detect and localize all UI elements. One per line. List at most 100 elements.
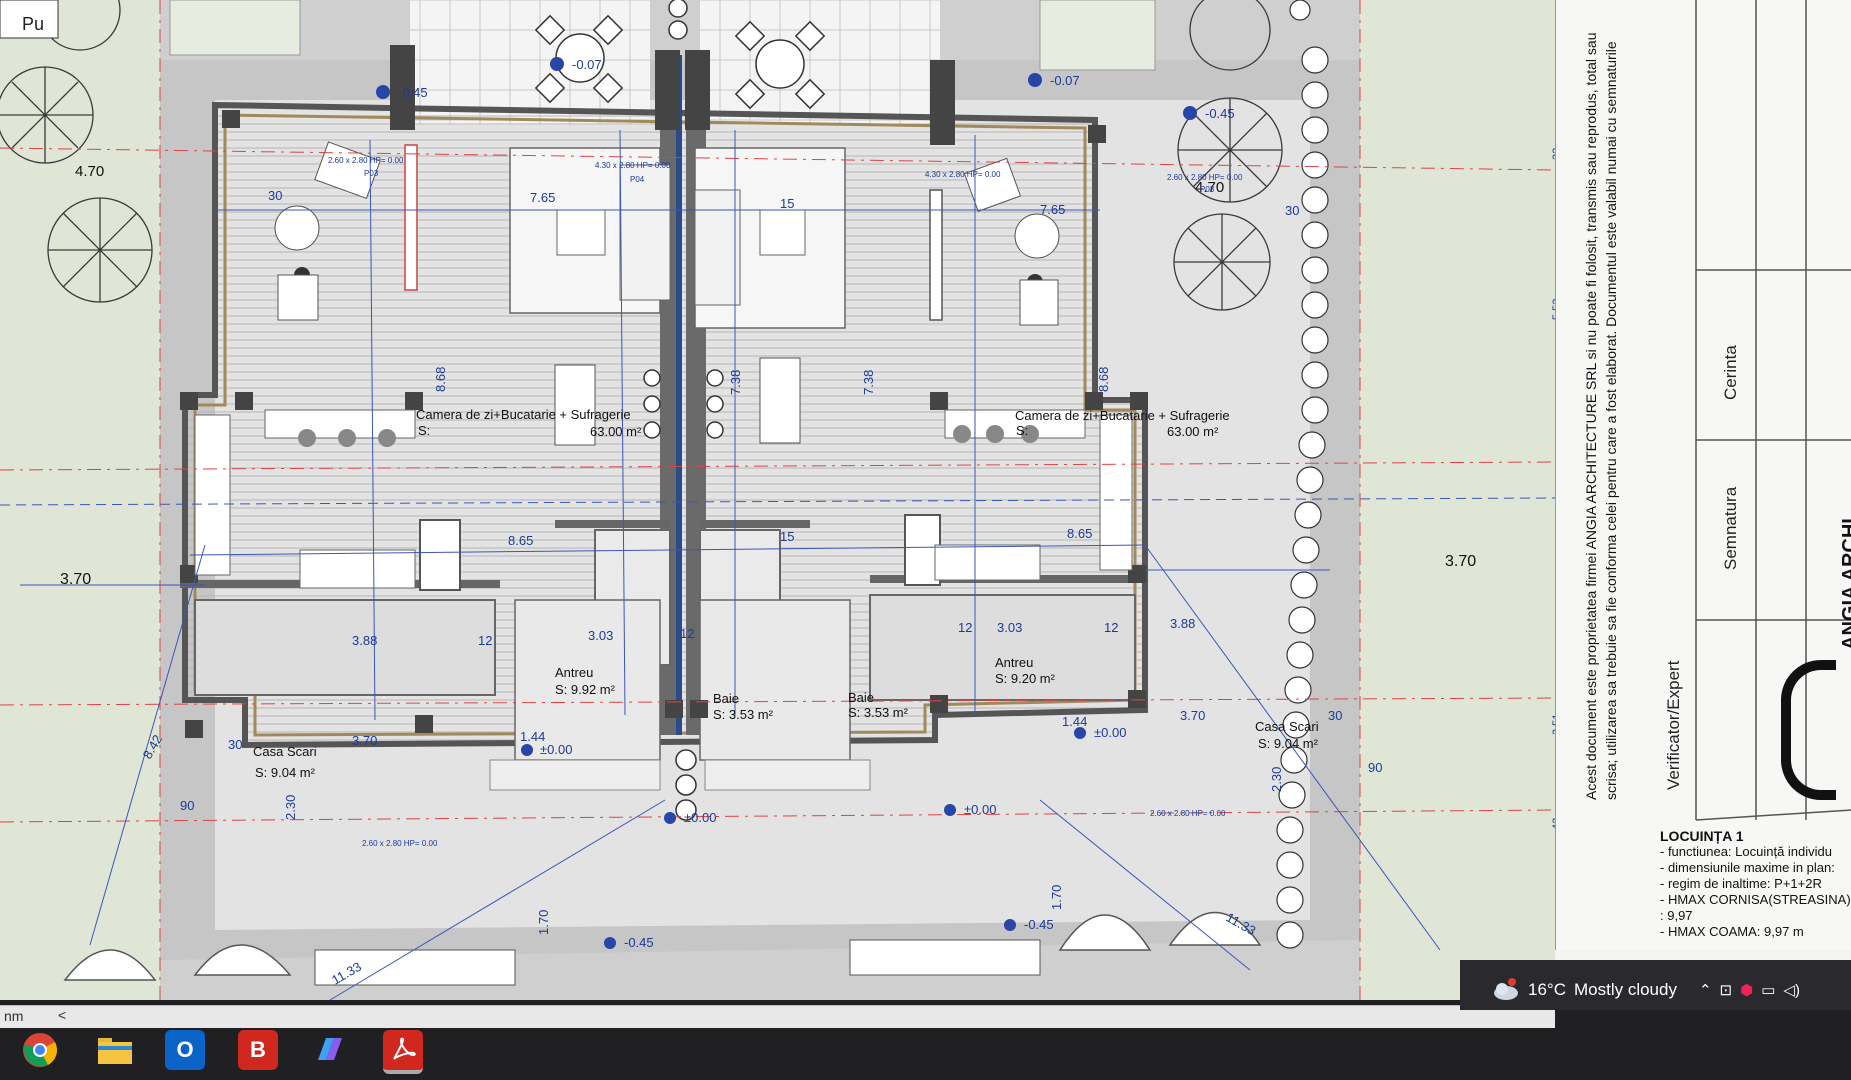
dim-label: 1.44 — [1062, 714, 1087, 729]
dim-label: 15 — [780, 529, 794, 544]
dim-label: 12 — [478, 633, 492, 648]
stair-left — [194, 599, 496, 696]
antreu-left-area: S: 9.92 m² — [555, 682, 616, 697]
b-app-icon[interactable]: B — [238, 1030, 278, 1070]
dim-label: 90 — [1368, 760, 1382, 775]
chevron-up-icon[interactable]: ⌃ — [1699, 981, 1712, 999]
level-label: -0.07 — [572, 57, 602, 72]
weather-widget[interactable]: 16°C Mostly cloudy ⌃ ⊡ ⬢ ▭ ◁) — [1490, 975, 1800, 1005]
scroll-left-arrow[interactable]: < — [58, 1007, 66, 1023]
chrome-icon[interactable] — [20, 1030, 60, 1070]
locuinta-line: - dimensiunile maxime in plan: — [1660, 860, 1835, 875]
window-label: 2.60 x 2.80 HP= 0.00 — [328, 156, 404, 165]
dim-label: 30 — [1285, 203, 1299, 218]
dim-label: 12 — [1104, 620, 1118, 635]
window-label: P03 — [364, 169, 379, 178]
dim-label: 2.30 — [1269, 767, 1284, 792]
horizontal-scrollbar[interactable]: nm < — [0, 1005, 1555, 1028]
scari-left-name: Casa Scari — [253, 744, 317, 759]
dim-label: 30 — [228, 737, 242, 752]
unit-label: nm — [4, 1008, 24, 1024]
dim-label: 7.38 — [728, 370, 743, 395]
dim-label: 7.65 — [530, 190, 555, 205]
baie-left-area: S: 3.53 m² — [713, 707, 774, 722]
title-block: Acest document este proprietatea firmei … — [1555, 0, 1851, 950]
dim-label: 7.38 — [861, 370, 876, 395]
network-icon[interactable]: ⊡ — [1720, 981, 1733, 999]
dim-label: 12 — [958, 620, 972, 635]
security-icon[interactable]: ⬢ — [1740, 981, 1753, 999]
locuinta-info: LOCUINȚA 1 - functiunea: Locuință indivi… — [1660, 828, 1851, 940]
antreu-right-name: Antreu — [995, 655, 1033, 670]
svg-text:Pu: Pu — [22, 14, 44, 34]
dim-label: 8.68 — [1096, 367, 1111, 392]
locuinta-line: - HMAX COAMA: 9,97 m — [1660, 924, 1804, 939]
dim-label: 4.70 — [75, 163, 104, 180]
window-label: 4.30 x 2.80 HP= 0.00 — [925, 170, 1001, 179]
terrace-right — [700, 0, 940, 125]
dim-label: 3.03 — [588, 628, 613, 643]
level-label: -0.07 — [1050, 73, 1080, 88]
kitchen-counter-left — [194, 414, 231, 576]
level-label: -0.45 — [1024, 917, 1054, 932]
window-label: P03 — [1200, 185, 1215, 194]
acrobat-icon[interactable] — [383, 1030, 423, 1074]
copilot-icon[interactable] — [310, 1030, 350, 1070]
baie-right-name: Baie — [848, 690, 874, 705]
entrance-right — [699, 599, 851, 761]
antreu-left-name: Antreu — [555, 665, 593, 680]
dining-table-left — [554, 364, 596, 446]
dim-label: 30 — [268, 188, 282, 203]
room-right-area: 63.00 m² — [1167, 424, 1219, 439]
dim-label: 3.70 — [1445, 553, 1476, 570]
legal-line-2: scrisa; utilizarea sa trebuie sa fie con… — [1603, 41, 1619, 800]
dining-table-right — [759, 357, 801, 444]
window-label: 2.60 x 2.80 HP= 0.00 — [1150, 809, 1226, 818]
file-explorer-icon[interactable] — [95, 1030, 135, 1070]
locuinta-title: LOCUINȚA 1 — [1660, 828, 1744, 844]
level-label: ±0.00 — [540, 742, 572, 757]
level-label: ±0.00 — [1094, 725, 1126, 740]
antreu-right-area: S: 9.20 m² — [995, 671, 1056, 686]
floor-plan-drawing[interactable]: Camera de zi+Bucatarie + Sufragerie S: 6… — [0, 0, 1555, 1010]
dim-label: 3.70 — [60, 571, 91, 588]
kitchen-counter-right — [1099, 414, 1133, 571]
level-label: -0.45 — [398, 85, 428, 100]
room-right-s: S: — [1016, 423, 1028, 438]
column-verificator: Verificator/Expert — [1664, 660, 1683, 790]
dim-label: 3.70 — [1180, 708, 1205, 723]
legal-line-1: Acest document este proprietatea firmei … — [1583, 32, 1599, 800]
scari-left-area: S: 9.04 m² — [255, 765, 316, 780]
baie-left-name: Baie — [713, 691, 739, 706]
level-label: ±0.00 — [684, 810, 716, 825]
locuinta-line: - HMAX CORNISA(STREASINA) : 9,97 — [1660, 892, 1851, 923]
volume-icon[interactable]: ◁) — [1783, 981, 1800, 999]
sofa-right — [694, 189, 741, 306]
dim-label: 12 — [680, 626, 694, 641]
column-semnatura: Semnatura — [1721, 486, 1740, 570]
display-icon[interactable]: ▭ — [1761, 981, 1775, 999]
brand-name: ANGIA ARCHI — [1839, 518, 1851, 650]
weather-text: Mostly cloudy — [1573, 980, 1677, 999]
room-left-s: S: — [418, 423, 430, 438]
room-left-name: Camera de zi+Bucatarie + Sufragerie — [416, 407, 631, 422]
baie-right-area: S: 3.53 m² — [848, 705, 909, 720]
cloud-icon — [1494, 978, 1518, 1000]
room-right-name: Camera de zi+Bucatarie + Sufragerie — [1015, 408, 1230, 423]
dim-label: 7.65 — [1040, 202, 1065, 217]
dim-label: 1.70 — [536, 910, 551, 935]
locuinta-line: - regim de inaltime: P+1+2R — [1660, 876, 1822, 891]
locuinta-line: - functiunea: Locuință individu — [1660, 844, 1833, 859]
dim-label: 8.65 — [508, 533, 533, 548]
level-label: -0.45 — [1205, 106, 1235, 121]
dim-label: 8.68 — [433, 367, 448, 392]
level-label: -0.45 — [624, 935, 654, 950]
dim-label: 90 — [180, 798, 194, 813]
outlook-icon[interactable]: O — [165, 1030, 205, 1070]
room-left-area: 63.00 m² — [590, 424, 642, 439]
dim-label: 30 — [1328, 708, 1342, 723]
level-label: ±0.00 — [964, 802, 996, 817]
dim-label: 1.70 — [1049, 885, 1064, 910]
weather-temp: 16°C — [1528, 980, 1566, 999]
column-cerinta: Cerinta — [1721, 345, 1740, 400]
